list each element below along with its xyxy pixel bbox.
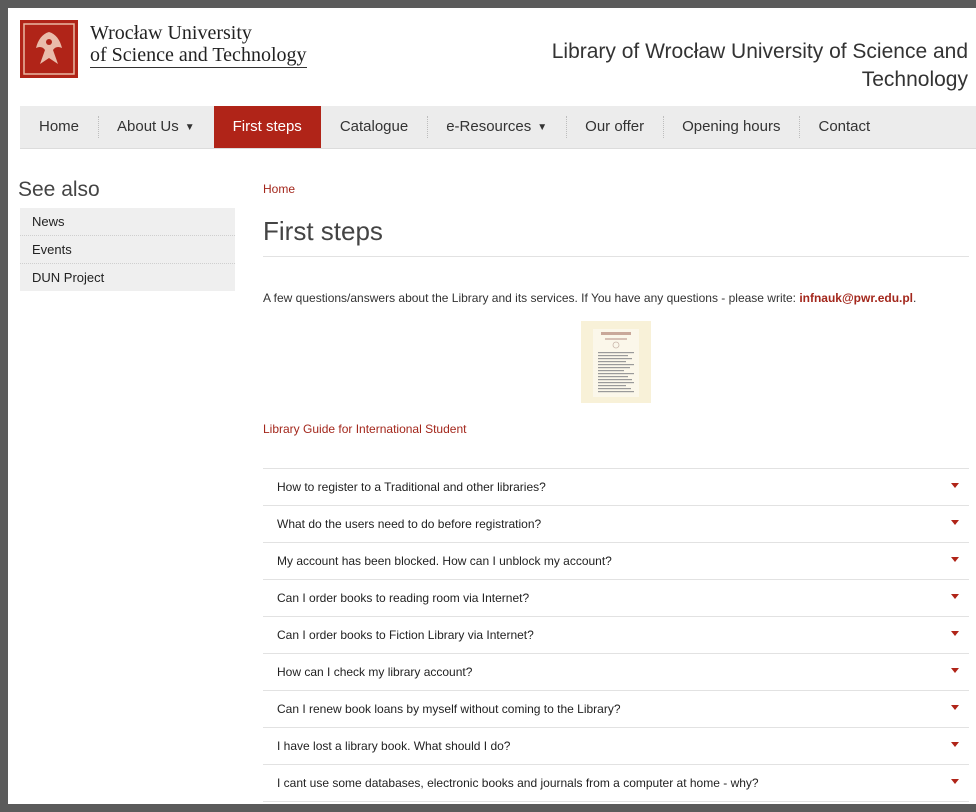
nav-about-us[interactable]: About Us ▼ [98,106,214,148]
caret-down-icon[interactable] [951,520,959,525]
chevron-down-icon: ▼ [184,122,195,133]
browser-page: Wrocław University of Science and Techno… [8,8,976,804]
faq-question: Can I order books to Fiction Library via… [277,628,534,642]
faq-question: My account has been blocked. How can I u… [277,554,612,568]
faq-question: How can I check my library account? [277,665,473,679]
nav-about-us-label: About Us [117,118,179,135]
nav-opening-hours[interactable]: Opening hours [663,106,799,148]
university-name[interactable]: Wrocław University of Science and Techno… [90,22,307,68]
caret-down-icon[interactable] [951,668,959,673]
nav-home-label: Home [39,118,80,135]
faq-accordion: How to register to a Traditional and oth… [263,468,969,802]
nav-home[interactable]: Home [20,106,98,148]
caret-down-icon[interactable] [951,557,959,562]
breadcrumb-home[interactable]: Home [263,182,295,196]
nav-our-offer[interactable]: Our offer [566,106,663,148]
library-guide-link[interactable]: Library Guide for International Student [263,422,466,436]
nav-catalogue-label: Catalogue [339,118,409,135]
sidebar-list: News Events DUN Project [20,208,235,291]
chevron-down-icon: ▼ [537,122,548,133]
nav-contact[interactable]: Contact [799,106,889,148]
faq-item[interactable]: I cant use some databases, electronic bo… [263,765,969,802]
faq-item[interactable]: I have lost a library book. What should … [263,728,969,765]
faq-item[interactable]: Can I order books to reading room via In… [263,580,969,617]
caret-down-icon[interactable] [951,483,959,488]
nav-our-offer-label: Our offer [585,118,645,135]
page-title: First steps [263,216,383,246]
sidebar-item-news[interactable]: News [20,208,235,236]
library-guide-thumbnail[interactable] [581,321,651,403]
caret-down-icon[interactable] [951,779,959,784]
caret-down-icon[interactable] [951,594,959,599]
contact-email-link[interactable]: infnauk@pwr.edu.pl [799,291,913,305]
caret-down-icon[interactable] [951,705,959,710]
caret-down-icon[interactable] [951,631,959,636]
intro-text-end: . [913,291,917,305]
faq-question: What do the users need to do before regi… [277,517,542,531]
nav-e-resources-label: e-Resources [446,118,532,135]
faq-item[interactable]: How to register to a Traditional and oth… [263,469,969,506]
caret-down-icon[interactable] [951,742,959,747]
university-logo-icon[interactable] [20,20,78,78]
university-name-line1: Wrocław University [90,22,252,44]
intro-text-body: A few questions/answers about the Librar… [263,291,800,305]
sidebar-item-events[interactable]: Events [20,236,235,264]
nav-contact-label: Contact [818,118,871,135]
sidebar-heading: See also [18,178,100,201]
nav-e-resources[interactable]: e-Resources ▼ [427,106,566,148]
faq-question: Can I renew book loans by myself without… [277,702,621,716]
sidebar-item-dun-project[interactable]: DUN Project [20,264,235,291]
site-header: Wrocław University of Science and Techno… [8,8,976,106]
university-name-line2: of Science and Technology [90,44,307,68]
faq-question: I cant use some databases, electronic bo… [277,776,759,790]
nav-first-steps-label: First steps [232,118,302,135]
nav-opening-hours-label: Opening hours [682,118,781,135]
intro-text: A few questions/answers about the Librar… [263,291,916,305]
guide-cover-image [593,329,639,397]
faq-question: How to register to a Traditional and oth… [277,480,546,494]
library-title: Library of Wrocław University of Science… [551,40,968,91]
faq-item[interactable]: My account has been blocked. How can I u… [263,543,969,580]
nav-catalogue[interactable]: Catalogue [321,106,427,148]
faq-question: I have lost a library book. What should … [277,739,511,753]
faq-item[interactable]: How can I check my library account? [263,654,969,691]
faq-item[interactable]: What do the users need to do before regi… [263,506,969,543]
faq-question: Can I order books to reading room via In… [277,591,530,605]
nav-first-steps[interactable]: First steps [213,106,321,148]
faq-item[interactable]: Can I renew book loans by myself without… [263,691,969,728]
title-divider [263,256,969,257]
main-navigation: Home About Us ▼ First steps Catalogue e-R… [20,106,976,149]
faq-item[interactable]: Can I order books to Fiction Library via… [263,617,969,654]
